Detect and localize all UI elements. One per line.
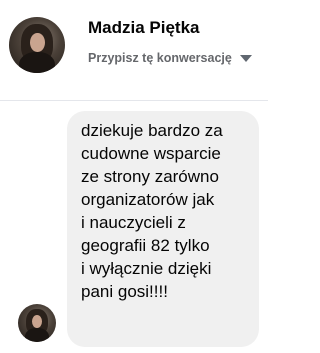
contact-avatar[interactable] <box>9 17 65 73</box>
sender-avatar[interactable] <box>18 304 56 342</box>
assign-conversation-label: Przypisz tę konwersację <box>88 51 232 65</box>
avatar-body-shape <box>19 51 55 73</box>
received-message-bubble: dziekuje bardzo za cudowne wsparcie ze s… <box>67 111 259 347</box>
assign-conversation-dropdown[interactable]: Przypisz tę konwersację <box>88 50 252 66</box>
avatar-face-shape <box>32 314 43 328</box>
contact-name[interactable]: Madzia Piętka <box>88 18 200 38</box>
header-divider <box>0 100 268 101</box>
caret-down-icon <box>239 54 252 62</box>
avatar-face-shape <box>30 32 45 52</box>
avatar-body-shape <box>24 327 50 342</box>
message-text: dziekuje bardzo za cudowne wsparcie ze s… <box>81 121 223 301</box>
conversation-header: Madzia Piętka Przypisz tę konwersację <box>0 0 268 100</box>
